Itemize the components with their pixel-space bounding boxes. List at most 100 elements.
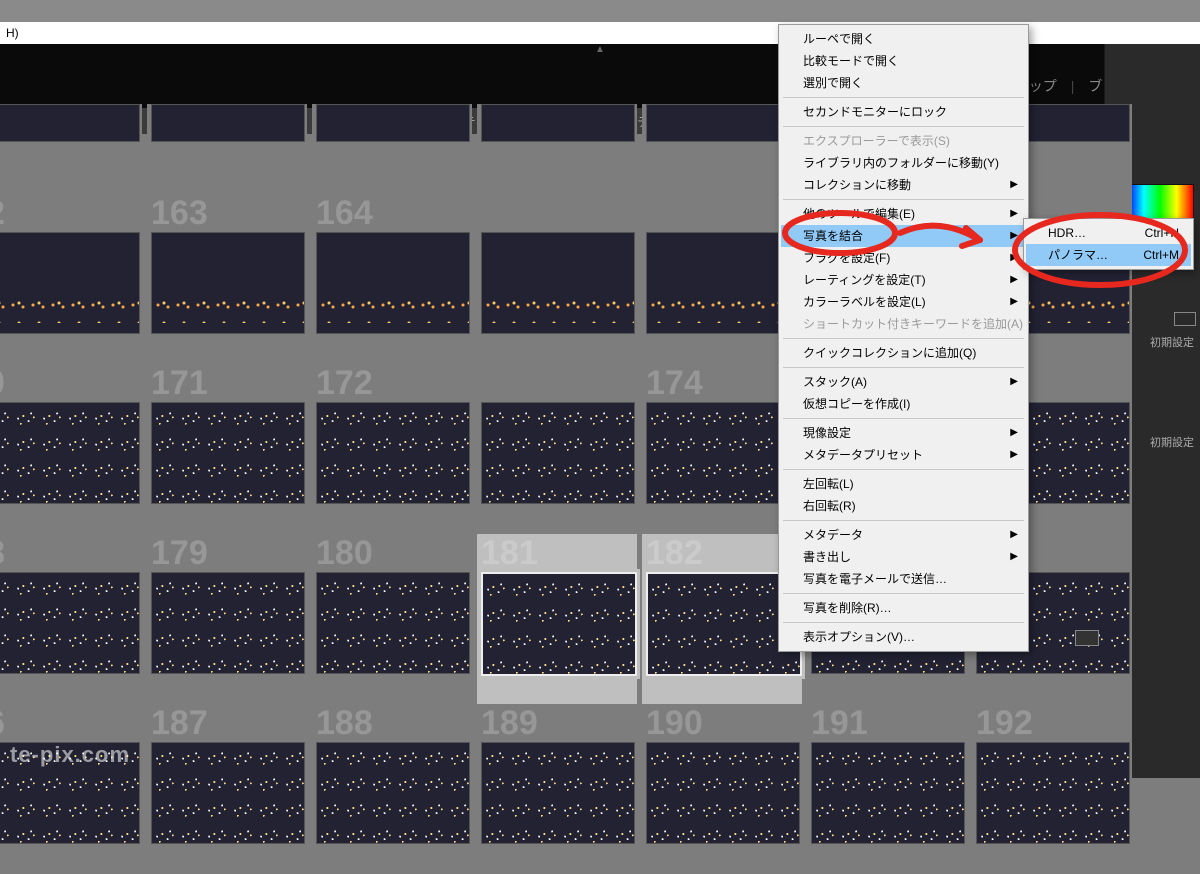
grid-index: 8 <box>0 534 5 573</box>
grid-cell[interactable]: 164 <box>312 194 472 364</box>
grid-index: 188 <box>316 704 373 743</box>
menu-item[interactable]: 他のツールで編集(E)▶ <box>781 203 1026 225</box>
thumbnail[interactable] <box>151 402 305 504</box>
grid-cell[interactable] <box>477 364 637 534</box>
watermark: te-pix.com <box>10 742 130 768</box>
grid-cell[interactable]: 180 <box>312 534 472 704</box>
grid-cell[interactable]: 163 <box>147 194 307 364</box>
submenu-arrow-icon: ▶ <box>1010 371 1018 393</box>
grid-index: 192 <box>976 704 1033 743</box>
grid-cell[interactable]: 2 <box>0 194 142 364</box>
submenu-item[interactable]: HDR…Ctrl+H <box>1026 222 1191 244</box>
grid-cell[interactable]: 192 <box>972 704 1132 874</box>
thumbnail[interactable] <box>481 572 637 676</box>
grid-index: 6 <box>0 704 5 743</box>
grid-index: 181 <box>481 534 538 573</box>
thumbnail[interactable] <box>0 402 140 504</box>
menu-item[interactable]: レーティングを設定(T)▶ <box>781 269 1026 291</box>
submenu-arrow-icon: ▶ <box>1010 269 1018 291</box>
thumbnail[interactable] <box>481 232 635 334</box>
menubar <box>0 0 1200 22</box>
menu-item[interactable]: 写真を削除(R)… <box>781 597 1026 619</box>
thumbnail[interactable] <box>151 572 305 674</box>
grid-index: 172 <box>316 364 373 403</box>
submenu-arrow-icon: ▶ <box>1010 444 1018 466</box>
grid-cell[interactable]: 181 <box>477 534 637 704</box>
grid-index: 2 <box>0 194 5 233</box>
thumbnail[interactable] <box>646 402 800 504</box>
module-sep: | <box>1071 78 1075 94</box>
grid-cell[interactable]: 189 <box>477 704 637 874</box>
menu-item[interactable]: スタック(A)▶ <box>781 371 1026 393</box>
thumbnail[interactable] <box>316 232 470 334</box>
thumbnail[interactable] <box>316 572 470 674</box>
grid-cell[interactable]: 187 <box>147 704 307 874</box>
thumbnail[interactable] <box>151 104 305 142</box>
quick-develop-default-2[interactable]: 初期設定 <box>1150 434 1194 450</box>
menu-item[interactable]: 写真を結合▶ <box>781 225 1026 247</box>
menu-item[interactable]: 表示オプション(V)… <box>781 626 1026 648</box>
grid-cell[interactable]: 6 <box>0 704 142 874</box>
menu-item[interactable]: カラーラベルを設定(L)▶ <box>781 291 1026 313</box>
grid-cell[interactable]: 172 <box>312 364 472 534</box>
menu-item[interactable]: 比較モードで開く <box>781 50 1026 72</box>
context-menu[interactable]: ルーペで開く比較モードで開く選別で開くセカンドモニターにロックエクスプローラーで… <box>778 24 1029 652</box>
grid-index: 0 <box>0 364 5 403</box>
grid-index: 163 <box>151 194 208 233</box>
grid-index: 171 <box>151 364 208 403</box>
submenu-arrow-icon: ▶ <box>1010 203 1018 225</box>
expand-top-panel-icon[interactable]: ▲ <box>595 44 605 55</box>
grid-cell[interactable]: 191 <box>807 704 967 874</box>
submenu-item[interactable]: パノラマ…Ctrl+M <box>1026 244 1191 266</box>
menu-item[interactable]: メタデータプリセット▶ <box>781 444 1026 466</box>
menu-item[interactable]: 書き出し▶ <box>781 546 1026 568</box>
grid-cell[interactable]: 188 <box>312 704 472 874</box>
thumbnail[interactable] <box>646 742 800 844</box>
menu-item[interactable]: メタデータ▶ <box>781 524 1026 546</box>
thumbnail[interactable] <box>0 572 140 674</box>
menu-item: エクスプローラーで表示(S) <box>781 130 1026 152</box>
thumbnail-badge[interactable] <box>1075 630 1099 646</box>
shortcut-label: Ctrl+H <box>1145 222 1179 244</box>
thumbnail[interactable] <box>0 104 140 142</box>
grid-index: 190 <box>646 704 703 743</box>
thumbnail[interactable] <box>646 104 800 142</box>
submenu-arrow-icon: ▶ <box>1010 247 1018 269</box>
thumbnail[interactable] <box>481 104 635 142</box>
submenu-photo-merge[interactable]: HDR…Ctrl+Hパノラマ…Ctrl+M <box>1023 218 1194 270</box>
grid-cell[interactable] <box>477 194 637 364</box>
grid-cell[interactable]: 0 <box>0 364 142 534</box>
menu-item[interactable]: クイックコレクションに追加(Q) <box>781 342 1026 364</box>
thumbnail[interactable] <box>316 742 470 844</box>
thumbnail[interactable] <box>481 742 635 844</box>
thumbnail[interactable] <box>811 742 965 844</box>
thumbnail[interactable] <box>0 232 140 334</box>
thumbnail[interactable] <box>646 232 800 334</box>
menu-item[interactable]: ルーペで開く <box>781 28 1026 50</box>
shortcut-label: Ctrl+M <box>1143 244 1179 266</box>
thumbnail[interactable] <box>316 402 470 504</box>
grid-cell[interactable]: 8 <box>0 534 142 704</box>
menu-item[interactable]: 左回転(L) <box>781 473 1026 495</box>
menu-item[interactable]: フラグを設定(F)▶ <box>781 247 1026 269</box>
menu-item[interactable]: 右回転(R) <box>781 495 1026 517</box>
menu-item[interactable]: セカンドモニターにロック <box>781 101 1026 123</box>
menu-item[interactable]: ライブラリ内のフォルダーに移動(Y) <box>781 152 1026 174</box>
menu-item[interactable]: コレクションに移動▶ <box>781 174 1026 196</box>
thumbnail[interactable] <box>151 742 305 844</box>
thumbnail[interactable] <box>976 742 1130 844</box>
grid-cell[interactable]: 190 <box>642 704 802 874</box>
menu-help-label: H) <box>6 26 19 40</box>
thumbnail[interactable] <box>481 402 635 504</box>
grid-cell[interactable]: 171 <box>147 364 307 534</box>
menu-item[interactable]: 仮想コピーを作成(I) <box>781 393 1026 415</box>
menu-item: ショートカット付きキーワードを追加(A) <box>781 313 1026 335</box>
submenu-arrow-icon: ▶ <box>1010 422 1018 444</box>
thumbnail[interactable] <box>316 104 470 142</box>
menu-item[interactable]: 選別で開く <box>781 72 1026 94</box>
menu-item[interactable]: 現像設定▶ <box>781 422 1026 444</box>
quick-develop-default-1[interactable]: 初期設定 <box>1150 334 1194 350</box>
grid-cell[interactable]: 179 <box>147 534 307 704</box>
thumbnail[interactable] <box>151 232 305 334</box>
menu-item[interactable]: 写真を電子メールで送信… <box>781 568 1026 590</box>
